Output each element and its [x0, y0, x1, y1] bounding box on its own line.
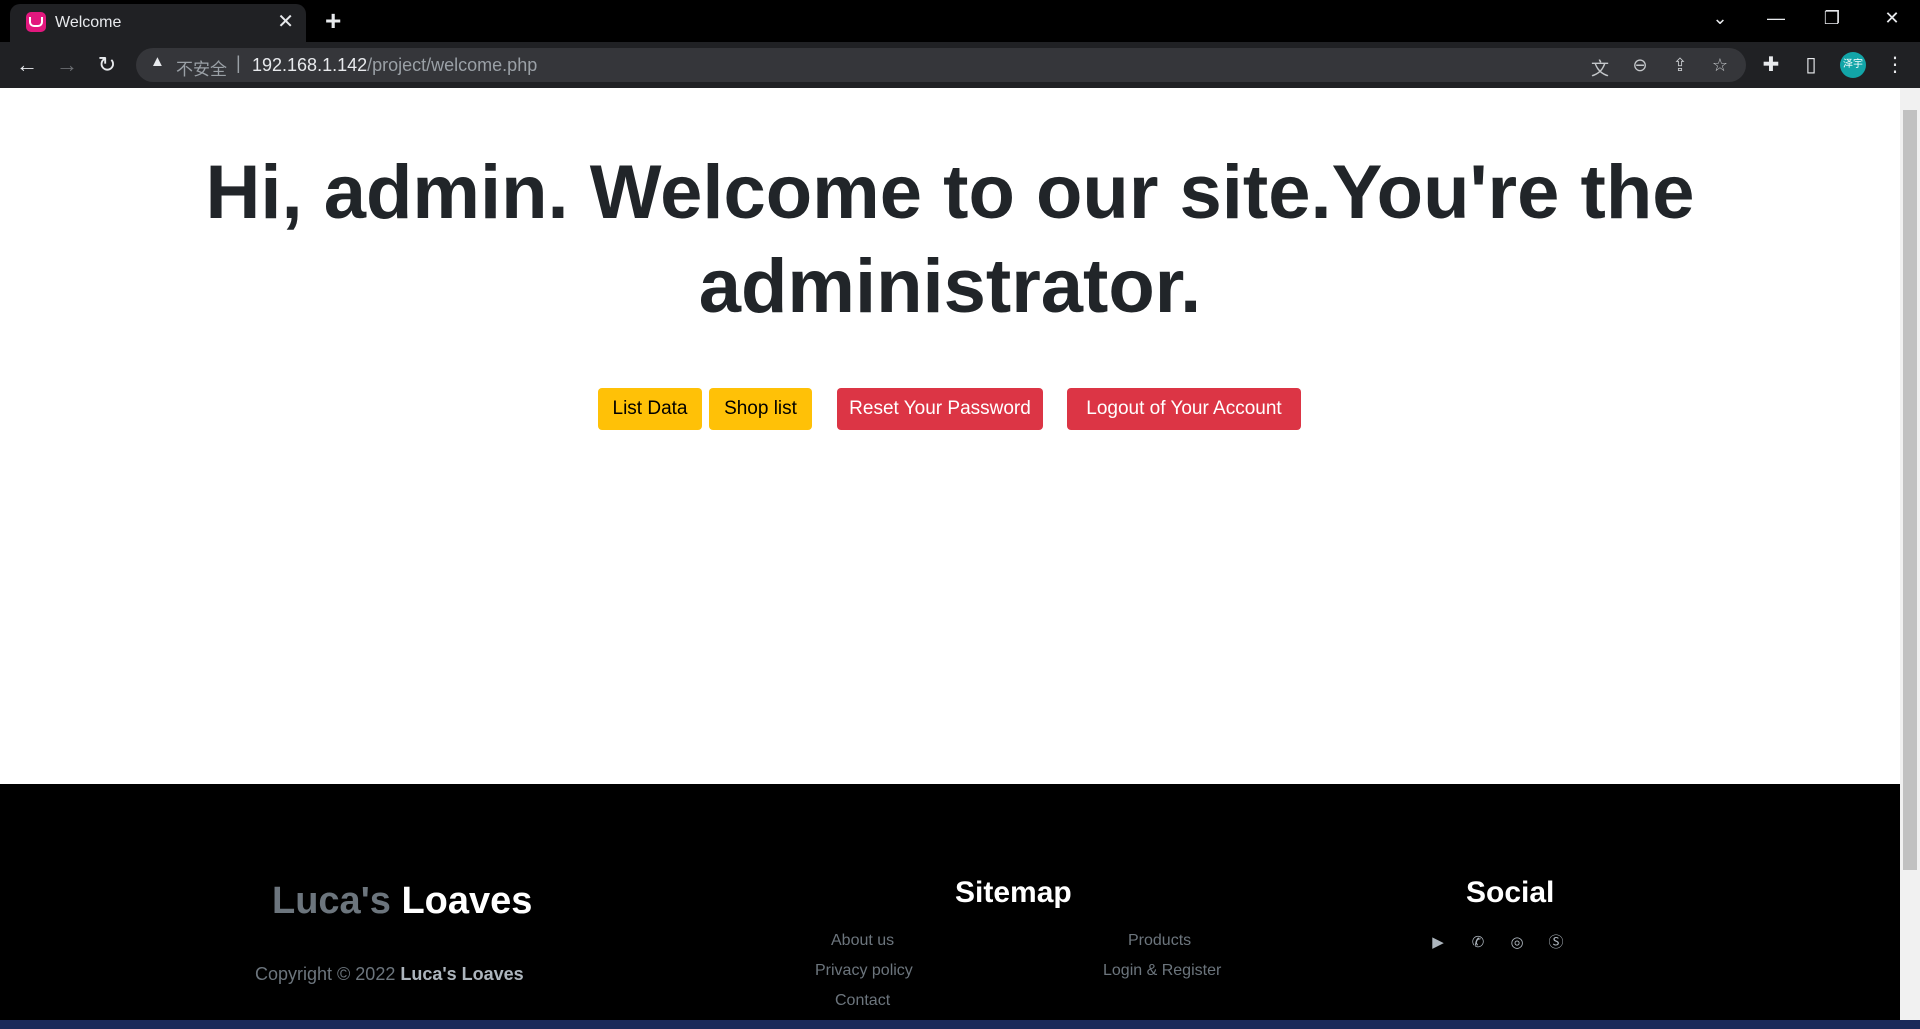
restore-icon[interactable]: ❐ — [1812, 4, 1852, 32]
skype-icon[interactable]: Ⓢ — [1545, 932, 1567, 954]
footer-link-products[interactable]: Products — [1128, 932, 1191, 950]
site-favicon-icon — [26, 12, 46, 32]
browser-tab-bar: Welcome ✕ + ⌄ — ❐ ✕ — [0, 0, 1920, 42]
whatsapp-icon[interactable]: ✆ — [1467, 932, 1489, 954]
address-bar[interactable]: ▲ 不安全 | 192.168.1.142/project/welcome.ph… — [136, 48, 1746, 82]
taskbar-strip — [0, 1020, 1920, 1029]
browser-toolbar: ← → ↻ ▲ 不安全 | 192.168.1.142/project/welc… — [0, 42, 1920, 88]
social-title: Social — [1466, 876, 1555, 909]
reload-icon[interactable]: ↻ — [92, 50, 122, 80]
scrollbar-thumb[interactable] — [1903, 110, 1917, 870]
footer-brand[interactable]: Luca's Loaves — [272, 880, 532, 923]
zoom-icon[interactable]: ⊖ — [1628, 55, 1652, 76]
url-text[interactable]: 192.168.1.142/project/welcome.php — [252, 55, 537, 76]
brand-first: Luca's — [272, 880, 391, 922]
footer-link-login[interactable]: Login & Register — [1103, 962, 1221, 980]
youtube-icon[interactable]: ▶ — [1427, 932, 1449, 954]
brand-second: Loaves — [401, 880, 533, 922]
site-footer: Luca's Loaves Copyright © 2022 Luca's Lo… — [0, 784, 1900, 1029]
footer-link-contact[interactable]: Contact — [835, 992, 890, 1010]
back-icon[interactable]: ← — [12, 50, 42, 80]
sitemap-title: Sitemap — [955, 876, 1072, 909]
footer-link-privacy[interactable]: Privacy policy — [815, 962, 913, 980]
browser-tab[interactable]: Welcome ✕ — [10, 4, 306, 42]
page-viewport: Hi, admin. Welcome to our site.You're th… — [0, 88, 1900, 1029]
url-host: 192.168.1.142 — [252, 55, 368, 75]
menu-icon[interactable]: ⋮ — [1880, 50, 1910, 80]
new-tab-icon[interactable]: + — [325, 6, 341, 36]
welcome-headline: Hi, admin. Welcome to our site.You're th… — [205, 150, 1695, 329]
side-panel-icon[interactable]: ▯ — [1796, 50, 1826, 80]
window-close-icon[interactable]: ✕ — [1872, 4, 1912, 32]
logout-button[interactable]: Logout of Your Account — [1067, 388, 1301, 430]
extensions-icon[interactable]: ✚ — [1756, 50, 1786, 80]
shop-list-button[interactable]: Shop list — [709, 388, 812, 430]
tab-title: Welcome — [55, 14, 122, 31]
tab-search-chevron-icon[interactable]: ⌄ — [1700, 4, 1740, 32]
tab-close-icon[interactable]: ✕ — [277, 10, 294, 34]
url-separator: | — [236, 53, 241, 73]
translate-icon[interactable]: 文 — [1588, 55, 1612, 81]
share-icon[interactable]: ⇪ — [1668, 55, 1692, 76]
instagram-icon[interactable]: ◎ — [1506, 932, 1528, 954]
page-scrollbar[interactable] — [1900, 88, 1920, 1029]
minimize-icon[interactable]: — — [1756, 4, 1796, 32]
list-data-button[interactable]: List Data — [598, 388, 702, 430]
forward-icon[interactable]: → — [52, 50, 82, 80]
profile-avatar[interactable]: 泽宇 — [1840, 52, 1866, 78]
warning-icon[interactable]: ▲ — [150, 53, 165, 70]
copyright-prefix: Copyright © 2022 — [255, 964, 396, 984]
insecure-label[interactable]: 不安全 — [176, 55, 227, 80]
url-path: /project/welcome.php — [367, 55, 538, 75]
copyright-brand: Luca's Loaves — [400, 964, 524, 984]
reset-password-button[interactable]: Reset Your Password — [837, 388, 1043, 430]
copyright: Copyright © 2022 Luca's Loaves — [255, 964, 524, 985]
bookmark-star-icon[interactable]: ☆ — [1708, 55, 1732, 76]
footer-link-about[interactable]: About us — [831, 932, 894, 950]
